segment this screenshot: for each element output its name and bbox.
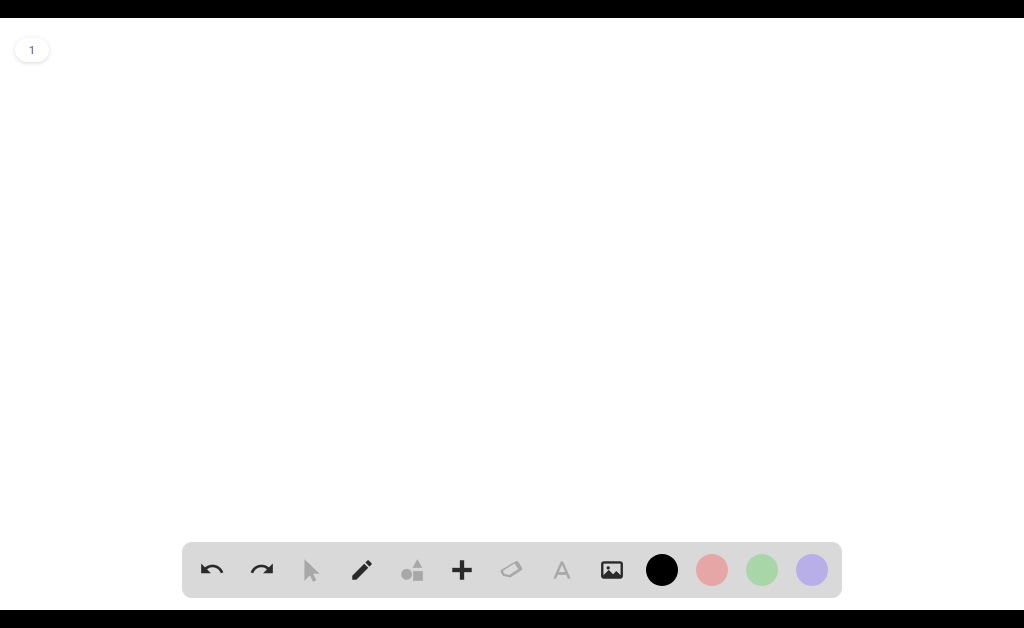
page-number-badge[interactable]: 1: [15, 38, 49, 62]
shapes-tool[interactable]: [396, 554, 428, 586]
undo-button[interactable]: [196, 554, 228, 586]
canvas-area[interactable]: [0, 18, 1024, 610]
image-tool[interactable]: [596, 554, 628, 586]
text-tool[interactable]: [546, 554, 578, 586]
undo-icon: [199, 557, 225, 583]
redo-icon: [249, 557, 275, 583]
color-black[interactable]: [646, 554, 678, 586]
pencil-icon: [349, 557, 375, 583]
plus-tool[interactable]: [446, 554, 478, 586]
eraser-icon: [499, 557, 525, 583]
text-icon: [549, 557, 575, 583]
eraser-tool[interactable]: [496, 554, 528, 586]
toolbar: [182, 542, 842, 598]
shapes-icon: [399, 557, 425, 583]
plus-icon: [449, 557, 475, 583]
color-purple[interactable]: [796, 554, 828, 586]
color-green[interactable]: [746, 554, 778, 586]
pointer-tool[interactable]: [296, 554, 328, 586]
pointer-icon: [299, 557, 325, 583]
pencil-tool[interactable]: [346, 554, 378, 586]
color-red[interactable]: [696, 554, 728, 586]
page-number-label: 1: [29, 44, 35, 57]
redo-button[interactable]: [246, 554, 278, 586]
image-icon: [599, 557, 625, 583]
